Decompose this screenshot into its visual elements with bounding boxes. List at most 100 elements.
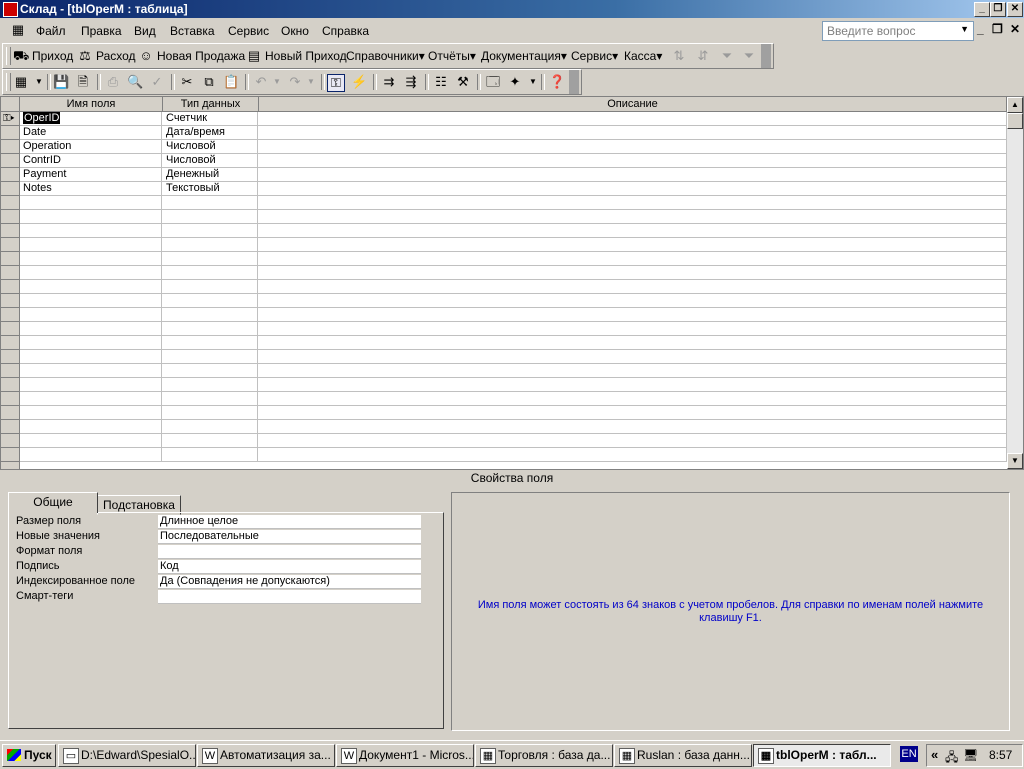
sort-ascending-icon[interactable]: ⇅ bbox=[671, 48, 687, 64]
row-selector[interactable] bbox=[1, 434, 19, 448]
row-selector[interactable] bbox=[1, 126, 19, 140]
cell-type[interactable] bbox=[163, 378, 258, 391]
row-selector[interactable]: ⚿▸ bbox=[1, 112, 19, 126]
build-icon[interactable]: ⚒ bbox=[455, 74, 471, 90]
cell-description[interactable] bbox=[259, 196, 1007, 209]
row-selector[interactable] bbox=[1, 448, 19, 462]
row-selector[interactable] bbox=[1, 182, 19, 196]
redo-icon[interactable]: ↷ bbox=[287, 74, 303, 90]
view-icon[interactable]: ▦ bbox=[13, 74, 29, 90]
cell-description[interactable] bbox=[259, 448, 1007, 461]
insert-rows-icon[interactable]: ⇉ bbox=[381, 74, 397, 90]
row-selector[interactable] bbox=[1, 210, 19, 224]
cell-type[interactable] bbox=[163, 210, 258, 223]
table-row[interactable]: Payment Денежный bbox=[20, 168, 1007, 182]
cell-description[interactable] bbox=[259, 266, 1007, 279]
cell-type[interactable] bbox=[163, 420, 258, 433]
cell-type[interactable] bbox=[163, 336, 258, 349]
cell-name[interactable] bbox=[20, 392, 162, 405]
indexes-icon[interactable]: ⚡ bbox=[351, 74, 367, 90]
close-button[interactable]: ✕ bbox=[1007, 2, 1023, 17]
table-row[interactable] bbox=[20, 364, 1007, 378]
toolbar-options-button[interactable] bbox=[761, 44, 771, 68]
cell-name[interactable] bbox=[20, 406, 162, 419]
vertical-scrollbar[interactable]: ▲ ▼ bbox=[1007, 97, 1023, 469]
cell-description[interactable] bbox=[259, 224, 1007, 237]
cell-description[interactable] bbox=[259, 238, 1007, 251]
table-row[interactable] bbox=[20, 420, 1007, 434]
table-row[interactable] bbox=[20, 266, 1007, 280]
row-selector[interactable] bbox=[1, 294, 19, 308]
menu-file[interactable]: Файл bbox=[36, 24, 66, 38]
cell-description[interactable] bbox=[259, 294, 1007, 307]
cell-name[interactable] bbox=[20, 378, 162, 391]
property-value[interactable]: Код bbox=[158, 560, 421, 574]
table-row[interactable] bbox=[20, 224, 1007, 238]
toolbar-expense-button[interactable]: Расход bbox=[96, 49, 136, 63]
cell-name[interactable]: Date bbox=[20, 126, 162, 139]
table-row[interactable] bbox=[20, 294, 1007, 308]
row-selector[interactable] bbox=[1, 224, 19, 238]
cell-type[interactable] bbox=[163, 322, 258, 335]
cell-name[interactable]: ContrID bbox=[20, 154, 162, 167]
toolbar-service-menu[interactable]: Сервис▾ bbox=[571, 49, 618, 63]
table-row[interactable] bbox=[20, 322, 1007, 336]
chevron-down-icon[interactable]: ▼ bbox=[525, 74, 541, 90]
cell-description[interactable] bbox=[259, 168, 1007, 181]
cell-type[interactable]: Дата/время bbox=[163, 126, 258, 139]
cell-type[interactable] bbox=[163, 350, 258, 363]
scroll-up-icon[interactable]: ▲ bbox=[1007, 97, 1023, 113]
cell-name[interactable] bbox=[20, 280, 162, 293]
row-selector[interactable] bbox=[1, 266, 19, 280]
toolbar-reports-menu[interactable]: Отчёты▾ bbox=[428, 49, 476, 63]
menu-insert[interactable]: Вставка bbox=[170, 24, 215, 38]
paste-icon[interactable]: 📋 bbox=[223, 74, 239, 90]
cell-name[interactable] bbox=[20, 294, 162, 307]
cell-description[interactable] bbox=[259, 350, 1007, 363]
table-row[interactable]: ContrID Числовой bbox=[20, 154, 1007, 168]
property-value[interactable] bbox=[158, 590, 421, 604]
new-object-icon[interactable]: ✦ bbox=[507, 74, 523, 90]
save-icon[interactable]: 💾 bbox=[53, 74, 69, 90]
table-row[interactable] bbox=[20, 210, 1007, 224]
cell-type[interactable] bbox=[163, 224, 258, 237]
cell-description[interactable] bbox=[259, 112, 1007, 125]
cell-name[interactable] bbox=[20, 308, 162, 321]
cell-name[interactable]: Operation bbox=[20, 140, 162, 153]
minimize-button[interactable]: _ bbox=[974, 2, 990, 17]
table-row[interactable] bbox=[20, 448, 1007, 462]
cell-type[interactable]: Числовой bbox=[163, 140, 258, 153]
menu-help[interactable]: Справка bbox=[322, 24, 369, 38]
chevron-down-icon[interactable]: ▼ bbox=[960, 24, 969, 34]
toolbar-directories-menu[interactable]: Справочники▾ bbox=[346, 49, 425, 63]
cell-name[interactable] bbox=[20, 364, 162, 377]
row-selector[interactable] bbox=[1, 420, 19, 434]
table-row[interactable] bbox=[20, 392, 1007, 406]
row-selector[interactable] bbox=[1, 308, 19, 322]
row-selector[interactable] bbox=[1, 252, 19, 266]
cell-name[interactable] bbox=[20, 266, 162, 279]
cell-description[interactable] bbox=[259, 210, 1007, 223]
row-selector[interactable] bbox=[1, 168, 19, 182]
cell-name[interactable]: Notes bbox=[20, 182, 162, 195]
cell-type[interactable] bbox=[163, 448, 258, 461]
properties-icon[interactable]: ☷ bbox=[433, 74, 449, 90]
task-explorer[interactable]: ▭ D:\Edward\SpesialO... bbox=[58, 744, 196, 767]
cell-description[interactable] bbox=[259, 140, 1007, 153]
task-table-tbloperm[interactable]: ▦ tblOperM : табл... bbox=[753, 744, 891, 767]
cell-name[interactable]: Payment bbox=[20, 168, 162, 181]
tray-expand-button[interactable]: « bbox=[931, 747, 938, 762]
task-word-1[interactable]: W Автоматизация за... bbox=[197, 744, 335, 767]
cell-type[interactable] bbox=[163, 434, 258, 447]
help-search-input[interactable]: Введите вопрос ▼ bbox=[822, 21, 974, 41]
chevron-down-icon[interactable]: ▼ bbox=[31, 74, 47, 90]
cut-icon[interactable]: ✂ bbox=[179, 74, 195, 90]
table-row[interactable] bbox=[20, 238, 1007, 252]
cell-type[interactable] bbox=[163, 392, 258, 405]
cell-description[interactable] bbox=[259, 154, 1007, 167]
table-row[interactable]: Notes Текстовый bbox=[20, 182, 1007, 196]
table-window-icon[interactable]: ▦ bbox=[10, 22, 26, 38]
row-selector[interactable] bbox=[1, 364, 19, 378]
column-header-data-type[interactable]: Тип данных bbox=[163, 97, 259, 111]
network-icon[interactable]: 🖧 bbox=[945, 748, 958, 769]
